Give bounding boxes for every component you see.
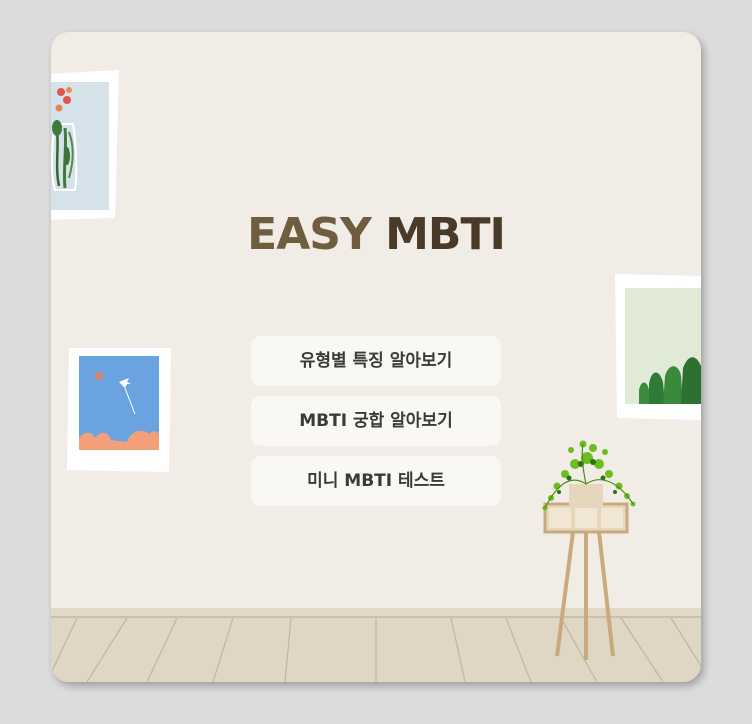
- main-card: EASY MBTI 유형별 특징 알아보기 MBTI 궁합 알아보기 미니 MB…: [51, 32, 701, 682]
- app-title: EASY MBTI: [51, 210, 701, 260]
- title-part-easy: EASY: [247, 209, 372, 260]
- compatibility-button[interactable]: MBTI 궁합 알아보기: [251, 396, 501, 446]
- type-features-button[interactable]: 유형별 특징 알아보기: [251, 336, 501, 386]
- mini-test-button[interactable]: 미니 MBTI 테스트: [251, 456, 501, 506]
- forest-picture-frame: [615, 274, 701, 420]
- airplane-picture-frame: [67, 348, 171, 472]
- vase-picture-frame: [51, 70, 119, 220]
- title-part-mbti: MBTI: [385, 209, 506, 260]
- potted-plant-stand: [542, 440, 636, 660]
